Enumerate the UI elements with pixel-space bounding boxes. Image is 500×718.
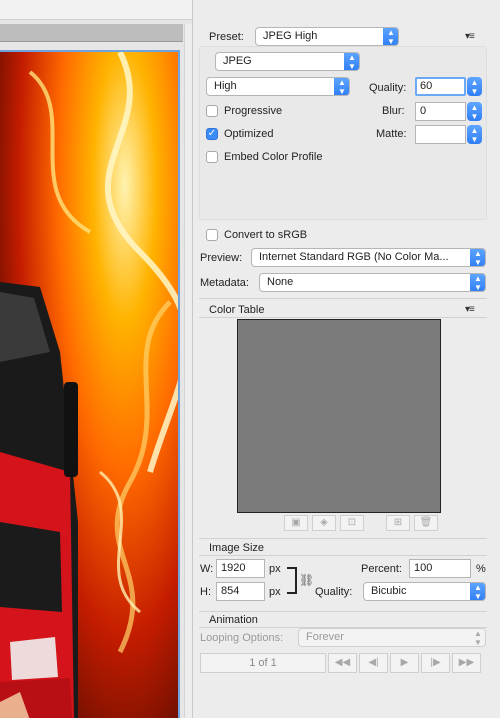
looping-options-value: Forever	[306, 631, 344, 643]
height-field[interactable]: 854	[216, 582, 265, 601]
optimized-label: Optimized	[224, 128, 274, 140]
divider	[199, 298, 487, 299]
metadata-select[interactable]: None ▲ ▼	[259, 273, 486, 292]
last-frame-icon[interactable]: ▶▶	[452, 653, 481, 673]
constrain-bracket	[287, 567, 297, 594]
chevron-updown-icon: ▲ ▼	[470, 249, 485, 266]
blur-label: Blur:	[382, 105, 405, 117]
divider	[199, 538, 487, 539]
width-label: W:	[200, 563, 214, 575]
chevron-updown-icon: ▲ ▼	[470, 274, 485, 291]
width-field[interactable]: 1920	[216, 559, 265, 578]
percent-field[interactable]: 100	[409, 559, 471, 578]
animation-title: Animation	[209, 614, 258, 626]
resample-quality-label: Quality:	[315, 586, 353, 598]
metadata-value: None	[267, 276, 294, 288]
frame-counter: 1 of 1	[200, 653, 326, 673]
file-format-select[interactable]: JPEG ▲ ▼	[215, 52, 360, 71]
preview-area	[0, 0, 192, 718]
map-to-transparent-icon[interactable]: ▣	[284, 515, 308, 531]
preset-label: Preset:	[209, 31, 244, 43]
preview-profile-select[interactable]: Internet Standard RGB (No Color Ma... ▲ ▼	[251, 248, 486, 267]
convert-srgb-label: Convert to sRGB	[224, 229, 308, 241]
lock-color-icon[interactable]: ⊡	[340, 515, 364, 531]
new-color-icon[interactable]: ⊞	[386, 515, 410, 531]
play-icon[interactable]: ▶	[390, 653, 419, 673]
preview-profile-value: Internet Standard RGB (No Color Ma...	[259, 251, 449, 263]
color-table-title: Color Table	[209, 304, 265, 316]
trash-icon[interactable]: 🗑	[414, 515, 438, 531]
percent-label: Percent:	[361, 563, 402, 575]
file-format-value: JPEG	[223, 55, 252, 67]
preset-value: JPEG High	[263, 30, 318, 42]
matte-stepper[interactable]: ▲ ▼	[467, 125, 482, 144]
chevron-updown-icon: ▲ ▼	[383, 28, 398, 45]
web-shift-icon[interactable]: ◈	[312, 515, 336, 531]
matte-label: Matte:	[376, 128, 407, 140]
divider	[199, 317, 487, 318]
width-unit: px	[269, 563, 281, 575]
metadata-label: Metadata:	[200, 277, 249, 289]
first-frame-icon[interactable]: ◀◀	[328, 653, 357, 673]
looping-options-label: Looping Options:	[200, 632, 284, 644]
quality-label: Quality:	[369, 82, 407, 94]
preview-scrollbar[interactable]	[184, 24, 192, 718]
chevron-updown-icon: ▲ ▼	[334, 78, 349, 95]
height-unit: px	[269, 586, 281, 598]
looping-options-select[interactable]: Forever ▲ ▼	[298, 628, 486, 647]
color-table-swatch-area[interactable]	[237, 319, 441, 513]
resample-quality-select[interactable]: Bicubic ▲ ▼	[363, 582, 486, 601]
preview-top-bar	[0, 0, 192, 20]
progressive-checkbox[interactable]	[206, 105, 218, 117]
optimized-image-preview[interactable]	[0, 50, 180, 718]
chevron-updown-icon: ▲ ▼	[344, 53, 359, 70]
progressive-label: Progressive	[224, 105, 283, 117]
optimized-checkbox[interactable]: ✓	[206, 128, 218, 140]
chain-link-icon[interactable]: ⛓	[299, 573, 314, 587]
preset-select[interactable]: JPEG High ▲ ▼	[255, 27, 399, 46]
chevron-updown-icon: ▲ ▼	[470, 583, 485, 600]
quality-field[interactable]: 60	[415, 77, 466, 96]
quality-level-select[interactable]: High ▲ ▼	[206, 77, 350, 96]
previous-frame-icon[interactable]: ◀|	[359, 653, 388, 673]
resample-quality-value: Bicubic	[371, 585, 407, 597]
convert-srgb-checkbox[interactable]	[206, 229, 218, 241]
embed-color-profile-label: Embed Color Profile	[224, 151, 323, 163]
quality-stepper[interactable]: ▲ ▼	[467, 77, 482, 96]
chevron-updown-icon: ▲ ▼	[470, 629, 485, 646]
quality-level-value: High	[214, 80, 237, 92]
divider	[199, 611, 487, 612]
checkmark-icon: ✓	[207, 128, 217, 139]
preview-label: Preview:	[200, 252, 243, 264]
color-table-menu-icon[interactable]: ▾≡	[465, 304, 475, 315]
blur-field[interactable]: 0	[415, 102, 466, 121]
matte-field[interactable]	[415, 125, 466, 144]
preview-tab-strip	[0, 24, 183, 42]
percent-unit: %	[476, 563, 486, 575]
panel-menu-icon[interactable]: ▾≡	[465, 31, 475, 42]
truck-on-fire-image	[0, 52, 178, 718]
save-for-web-settings-panel: Preset: JPEG High ▲ ▼ ▾≡ JPEG ▲ ▼ High ▲ ▼ …	[192, 0, 500, 718]
embed-color-profile-checkbox[interactable]	[206, 151, 218, 163]
divider	[199, 555, 487, 556]
next-frame-icon[interactable]: |▶	[421, 653, 450, 673]
blur-stepper[interactable]: ▲ ▼	[467, 102, 482, 121]
height-label: H:	[200, 586, 211, 598]
image-size-title: Image Size	[209, 542, 265, 554]
